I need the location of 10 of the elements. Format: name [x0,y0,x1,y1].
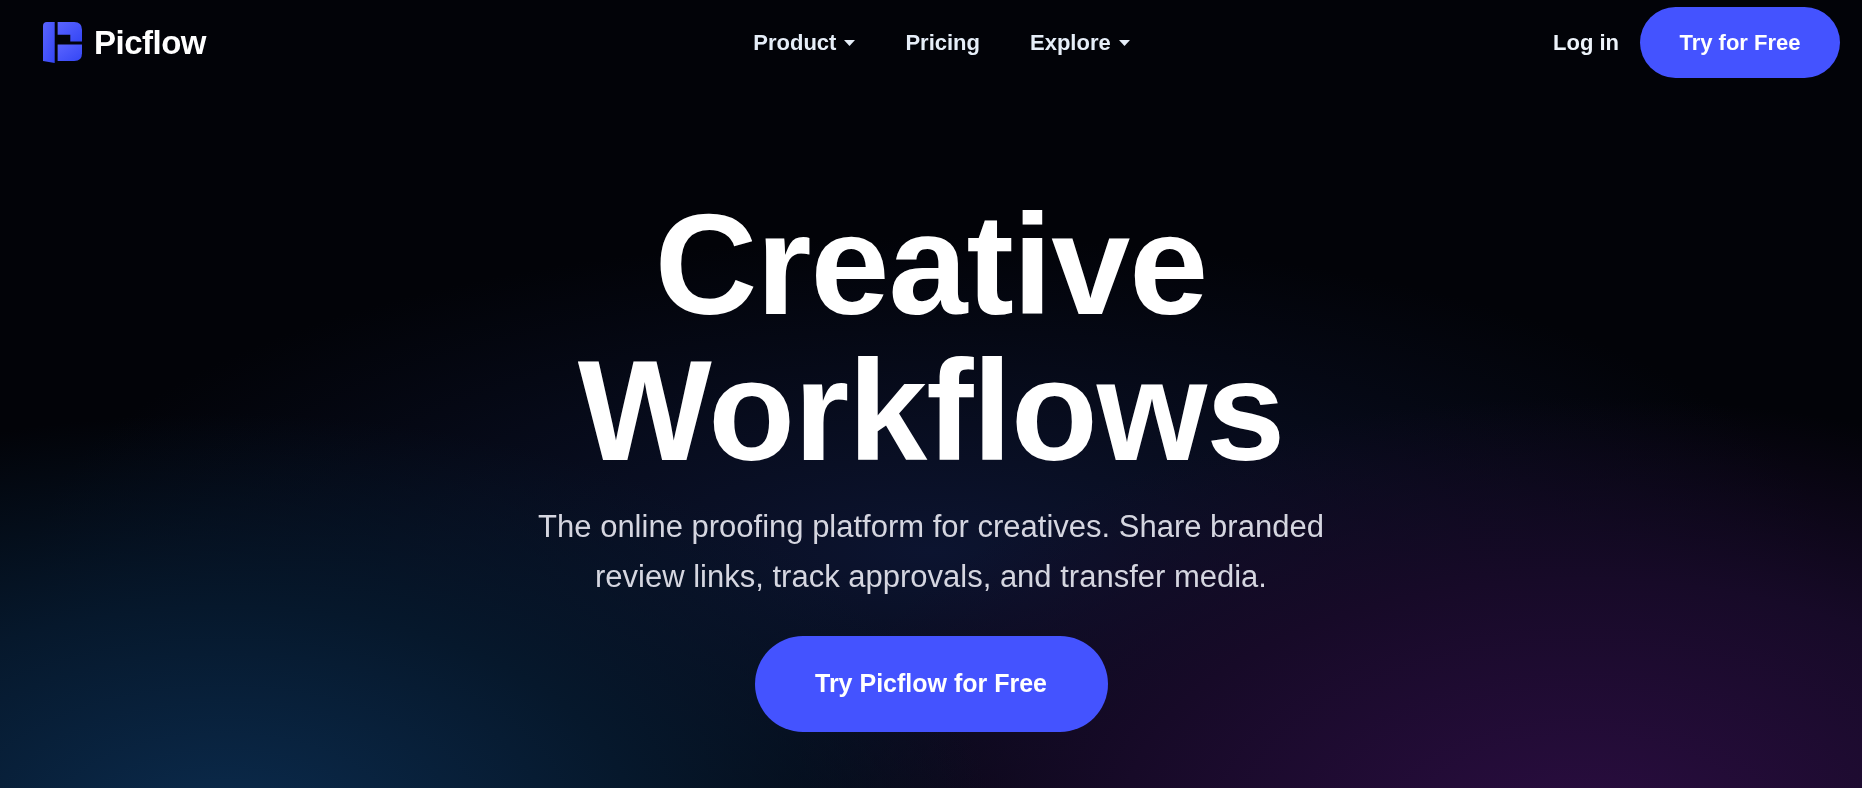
nav-link[interactable]: Pricing [905,26,980,59]
login-link[interactable]: Log in [1553,26,1619,59]
logo-text[interactable]: Picflow [94,26,207,59]
hero-subtitle: The online proofing platform for creatives. Share branded review links, track approvals, and transfer media. [537,508,1325,596]
logo-icon[interactable] [43,22,82,63]
hero-title: Creative Workflows [576,192,1286,484]
hero-cta-button[interactable]: Try Picflow for Free [754,636,1108,732]
try-free-button[interactable]: Try for Free [1640,7,1840,78]
nav-link[interactable]: Explore [1030,26,1130,59]
nav-link[interactable]: Product [753,26,856,59]
